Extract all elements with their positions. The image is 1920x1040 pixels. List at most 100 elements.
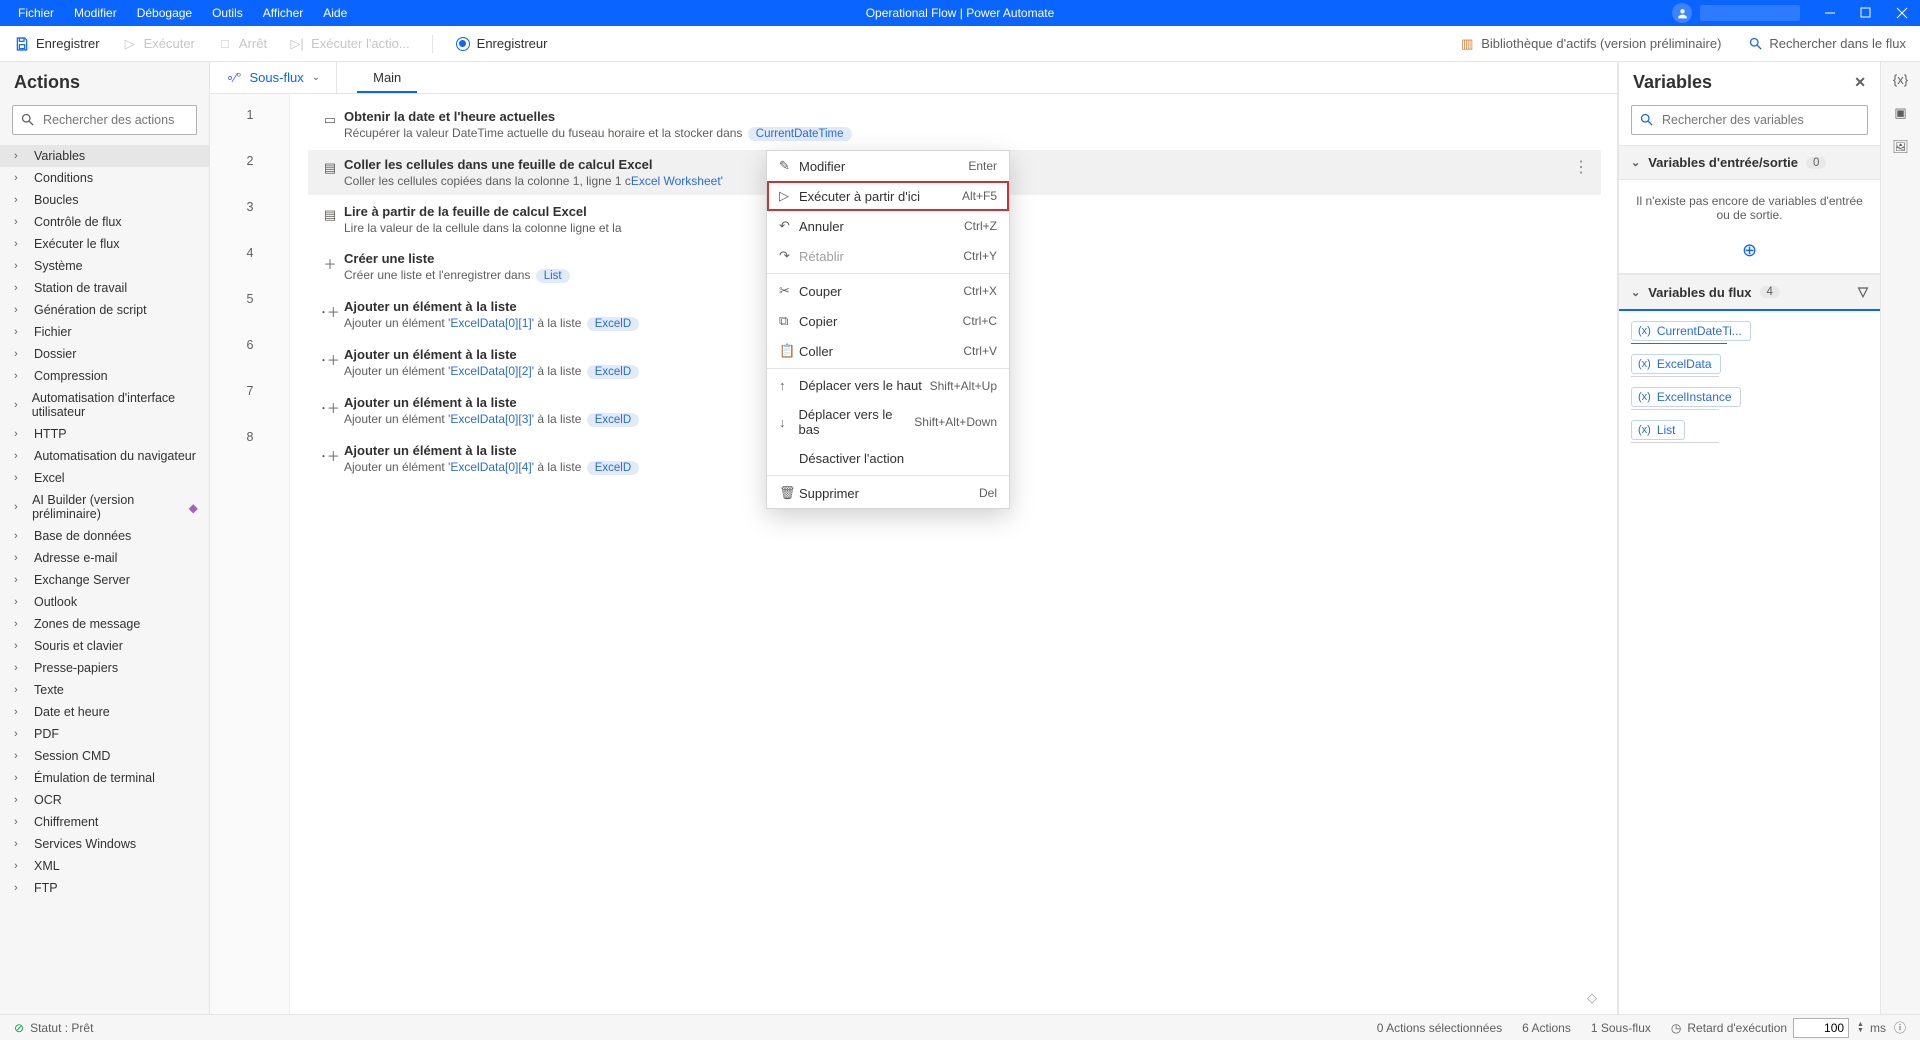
chevron-right-icon: › bbox=[14, 260, 28, 272]
action-category[interactable]: ›OCR bbox=[0, 789, 209, 811]
step-type-icon: ･＋ bbox=[316, 443, 344, 465]
ctx-coller[interactable]: 📋CollerCtrl+V bbox=[767, 336, 1009, 366]
minimize-button[interactable] bbox=[1812, 0, 1848, 26]
chevron-right-icon: › bbox=[14, 326, 28, 338]
variable-chip[interactable]: (x)ExcelInstance bbox=[1631, 387, 1741, 407]
chevron-right-icon: › bbox=[14, 772, 28, 784]
maximize-button[interactable] bbox=[1848, 0, 1884, 26]
io-variables-count: 0 bbox=[1806, 157, 1826, 169]
action-category[interactable]: ›Fichier bbox=[0, 321, 209, 343]
action-category[interactable]: ›Génération de script bbox=[0, 299, 209, 321]
flow-variables-count: 4 bbox=[1760, 286, 1780, 298]
action-category[interactable]: ›Excel bbox=[0, 467, 209, 489]
action-category[interactable]: ›HTTP bbox=[0, 423, 209, 445]
action-category[interactable]: ›Dossier bbox=[0, 343, 209, 365]
images-rail-button[interactable]: 🖼 bbox=[1881, 139, 1920, 155]
ui-elements-rail-button[interactable]: ▣ bbox=[1881, 105, 1920, 121]
action-category[interactable]: ›Boucles bbox=[0, 189, 209, 211]
action-category[interactable]: ›Contrôle de flux bbox=[0, 211, 209, 233]
close-variables-button[interactable]: ✕ bbox=[1854, 74, 1866, 91]
ctx-d-placer-vers-le-bas[interactable]: ↓Déplacer vers le basShift+Alt+Down bbox=[767, 400, 1009, 444]
action-category-label: Compression bbox=[34, 369, 108, 383]
recorder-button[interactable]: Enregistreur bbox=[455, 36, 548, 52]
action-category[interactable]: ›Services Windows bbox=[0, 833, 209, 855]
search-flow-button[interactable]: Rechercher dans le flux bbox=[1747, 36, 1906, 52]
step-more-button[interactable]: ⋮ bbox=[1573, 157, 1593, 177]
run-button[interactable]: ▷Exécuter bbox=[122, 36, 195, 52]
action-category[interactable]: ›Conditions bbox=[0, 167, 209, 189]
ctx-ex-cuter-partir-d-ici[interactable]: ▷Exécuter à partir d'iciAlt+F5 bbox=[767, 181, 1009, 211]
variable-chip[interactable]: (x)List bbox=[1631, 420, 1685, 440]
variables-search-input[interactable] bbox=[1631, 105, 1868, 135]
action-category[interactable]: ›Système bbox=[0, 255, 209, 277]
action-category[interactable]: ›AI Builder (version préliminaire)◆ bbox=[0, 489, 209, 525]
variable-icon: (x) bbox=[1638, 424, 1651, 436]
ctx-supprimer[interactable]: 🗑SupprimerDel bbox=[767, 478, 1009, 508]
actions-tree[interactable]: ›Variables›Conditions›Boucles›Contrôle d… bbox=[0, 145, 209, 1014]
variable-chip[interactable]: (x)ExcelData bbox=[1631, 354, 1721, 374]
action-category[interactable]: ›Zones de message bbox=[0, 613, 209, 635]
action-category[interactable]: ›Texte bbox=[0, 679, 209, 701]
menu-outils[interactable]: Outils bbox=[202, 2, 253, 24]
ctx-couper[interactable]: ✂CouperCtrl+X bbox=[767, 276, 1009, 306]
action-category[interactable]: ›Outlook bbox=[0, 591, 209, 613]
save-button[interactable]: Enregistrer bbox=[14, 36, 100, 52]
action-category[interactable]: ›Base de données bbox=[0, 525, 209, 547]
ctx-annuler[interactable]: ↶AnnulerCtrl+Z bbox=[767, 211, 1009, 241]
action-category[interactable]: ›Automatisation du navigateur bbox=[0, 445, 209, 467]
ctx-copier[interactable]: ⧉CopierCtrl+C bbox=[767, 306, 1009, 336]
actions-search-input[interactable] bbox=[12, 105, 197, 135]
flow-editor: ∘⁄° Sous-flux ⌄ Main 12345678 ▭Obtenir l… bbox=[210, 62, 1618, 1014]
action-category[interactable]: ›Automatisation d'interface utilisateur bbox=[0, 387, 209, 423]
run-action-button[interactable]: ▷|Exécuter l'actio... bbox=[289, 36, 410, 52]
action-category[interactable]: ›Date et heure bbox=[0, 701, 209, 723]
io-variables-section[interactable]: ⌄ Variables d'entrée/sortie 0 bbox=[1619, 145, 1880, 180]
action-category[interactable]: ›Exécuter le flux bbox=[0, 233, 209, 255]
asset-library-button[interactable]: ▥ Bibliothèque d'actifs (version prélimi… bbox=[1459, 36, 1721, 52]
user-area[interactable] bbox=[1660, 3, 1812, 23]
action-category[interactable]: ›Chiffrement bbox=[0, 811, 209, 833]
menu-aide[interactable]: Aide bbox=[313, 2, 357, 24]
flow-variables-section[interactable]: ⌄ Variables du flux 4 ▽ bbox=[1619, 274, 1880, 311]
close-button[interactable] bbox=[1884, 0, 1920, 26]
edit-icon: ✎ bbox=[779, 158, 799, 174]
info-icon[interactable]: ⓘ bbox=[1894, 1019, 1906, 1036]
ctx-shortcut: Alt+F5 bbox=[962, 189, 997, 203]
action-category[interactable]: ›Exchange Server bbox=[0, 569, 209, 591]
tab-main[interactable]: Main bbox=[337, 62, 437, 93]
menu-afficher[interactable]: Afficher bbox=[253, 2, 313, 24]
menu-modifier[interactable]: Modifier bbox=[64, 2, 127, 24]
subflows-dropdown[interactable]: ∘⁄° Sous-flux ⌄ bbox=[210, 62, 337, 93]
action-category-label: Génération de script bbox=[34, 303, 147, 317]
stop-button[interactable]: □Arrêt bbox=[217, 36, 267, 52]
variable-chip[interactable]: (x)CurrentDateTi... bbox=[1631, 321, 1751, 341]
ctx-label: Exécuter à partir d'ici bbox=[799, 189, 920, 204]
step-context-menu[interactable]: ✎ModifierEnter▷Exécuter à partir d'iciAl… bbox=[766, 150, 1010, 509]
action-category[interactable]: ›Session CMD bbox=[0, 745, 209, 767]
action-category[interactable]: ›Émulation de terminal bbox=[0, 767, 209, 789]
action-category[interactable]: ›Variables bbox=[0, 145, 209, 167]
variables-rail-button[interactable]: {x} bbox=[1881, 72, 1920, 87]
action-category[interactable]: ›XML bbox=[0, 855, 209, 877]
ctx-d-placer-vers-le-haut[interactable]: ↑Déplacer vers le hautShift+Alt+Up bbox=[767, 371, 1009, 400]
action-category[interactable]: ›Adresse e-mail bbox=[0, 547, 209, 569]
delay-input[interactable] bbox=[1793, 1018, 1849, 1038]
action-category[interactable]: ›Souris et clavier bbox=[0, 635, 209, 657]
action-category[interactable]: ›Presse-papiers bbox=[0, 657, 209, 679]
action-category[interactable]: ›Compression bbox=[0, 365, 209, 387]
ctx-modifier[interactable]: ✎ModifierEnter bbox=[767, 151, 1009, 181]
delay-spinner[interactable]: ▲▼ bbox=[1857, 1022, 1864, 1034]
action-category[interactable]: ›FTP bbox=[0, 877, 209, 899]
delay-label: Retard d'exécution bbox=[1687, 1021, 1787, 1035]
add-variable-button[interactable]: ⊕ bbox=[1619, 236, 1880, 274]
flow-step[interactable]: ▭Obtenir la date et l'heure actuellesRéc… bbox=[308, 102, 1601, 148]
filter-icon[interactable]: ▽ bbox=[1858, 284, 1868, 300]
menu-fichier[interactable]: Fichier bbox=[8, 2, 64, 24]
action-category[interactable]: ›Station de travail bbox=[0, 277, 209, 299]
action-category[interactable]: ›PDF bbox=[0, 723, 209, 745]
menu-débogage[interactable]: Débogage bbox=[127, 2, 202, 24]
ctx-d-sactiver-l-action[interactable]: Désactiver l'action bbox=[767, 444, 1009, 473]
chevron-right-icon: › bbox=[14, 838, 28, 850]
io-variables-label: Variables d'entrée/sortie bbox=[1648, 155, 1798, 170]
chevron-down-icon: ⌄ bbox=[312, 72, 320, 83]
